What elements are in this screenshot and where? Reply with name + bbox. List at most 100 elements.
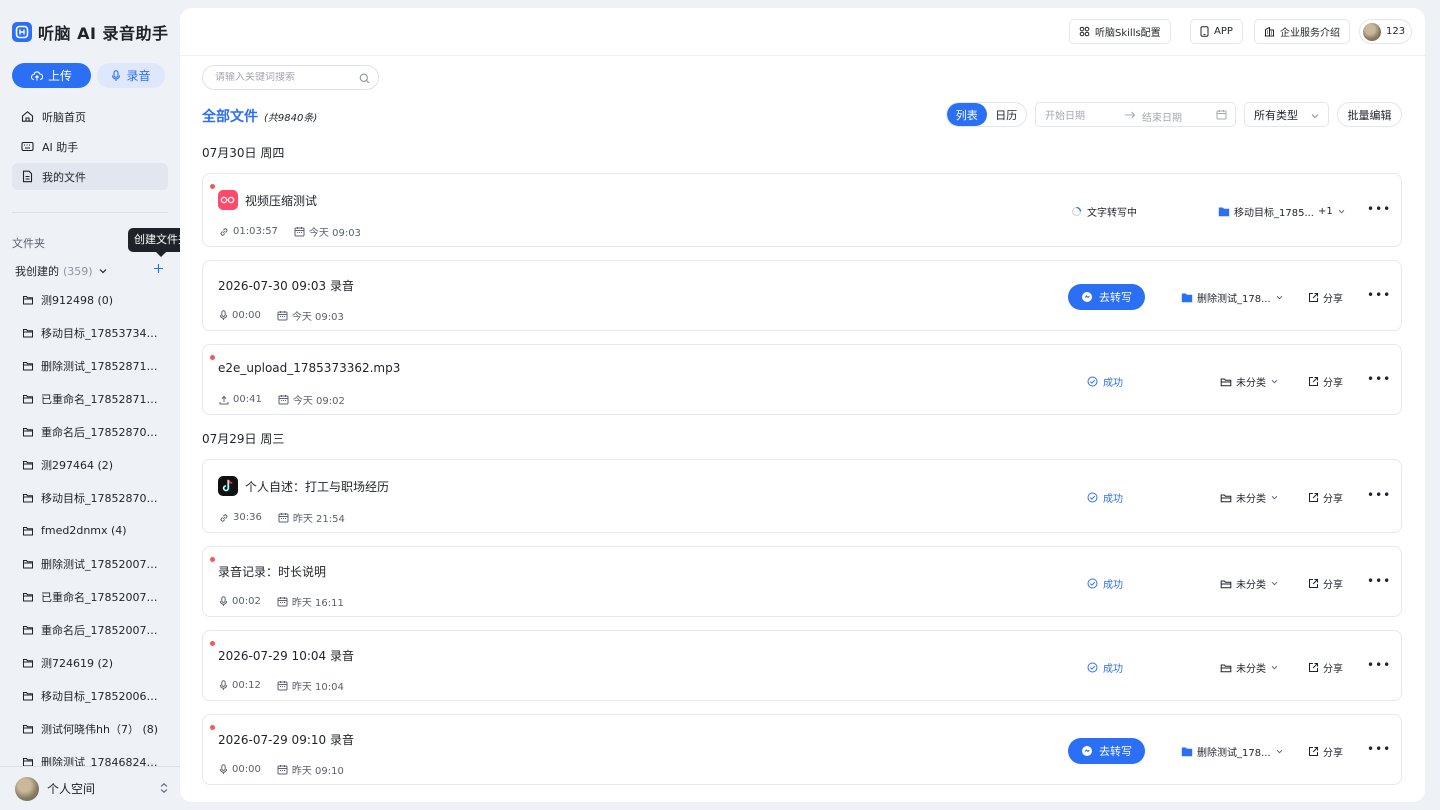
arrow-right-icon — [1124, 109, 1136, 121]
files-heading: 全部文件 (共9840条) — [202, 106, 317, 126]
record-status-text: 成功 — [1103, 580, 1123, 591]
sidebar-folder-item[interactable]: 已重命名_1785287107 (... — [12, 382, 168, 415]
nav-item-ai-assistant[interactable]: AI 助手 — [12, 133, 168, 160]
more-options-icon[interactable]: ••• — [1367, 288, 1391, 302]
record-folder-select[interactable]: 未分类 — [1220, 490, 1279, 505]
record-title[interactable]: 个人自述：打工与职场经历 — [218, 476, 389, 496]
folder-label: 删除测试_1785200743 ... — [41, 557, 161, 571]
record-card[interactable]: 2026-07-29 09:10 录音 00:00 昨天 09:10 去转写 删除测试_… — [202, 714, 1402, 785]
search-icon[interactable] — [359, 73, 370, 84]
end-date-field[interactable]: 结束日期 — [1142, 109, 1182, 124]
type-filter-select[interactable]: 所有类型 — [1244, 102, 1329, 127]
record-button[interactable]: 录音 — [97, 63, 165, 88]
record-folder-name: 未分类 — [1236, 664, 1266, 675]
record-duration: 00:00 — [232, 764, 261, 775]
enterprise-intro-button[interactable]: 企业服务介绍 — [1254, 19, 1350, 44]
share-button[interactable]: 分享 — [1308, 744, 1343, 759]
start-date-field[interactable]: 开始日期 — [1045, 107, 1085, 122]
folder-icon — [22, 723, 34, 735]
my-folders-toggle[interactable]: 我创建的 (359) — [15, 263, 109, 279]
share-button[interactable]: 分享 — [1308, 374, 1343, 389]
chevron-down-icon — [1270, 377, 1279, 386]
record-meta: 30:36 昨天 21:54 — [219, 510, 357, 525]
transcribe-button[interactable]: 去转写 — [1068, 284, 1145, 310]
share-button[interactable]: 分享 — [1308, 490, 1343, 505]
more-options-icon[interactable]: ••• — [1367, 574, 1391, 588]
record-title[interactable]: 2026-07-29 10:04 录音 — [218, 647, 354, 664]
nav-item-home[interactable]: 听脑首页 — [12, 103, 168, 130]
more-options-icon[interactable]: ••• — [1367, 372, 1391, 386]
record-folder-select[interactable]: 未分类 — [1220, 576, 1279, 591]
record-card[interactable]: 2026-07-29 10:04 录音 00:12 昨天 10:04 成功 未分类 分享 •… — [202, 630, 1402, 701]
record-card[interactable]: 2026-07-30 09:03 录音 00:00 今天 09:03 去转写 删除测试_… — [202, 260, 1402, 331]
calendar-icon — [278, 394, 289, 405]
record-folder-select[interactable]: 未分类 — [1220, 374, 1279, 389]
record-title[interactable]: 2026-07-29 09:10 录音 — [218, 731, 354, 748]
record-title[interactable]: 2026-07-30 09:03 录音 — [218, 277, 354, 294]
record-folder-select[interactable]: 删除测试_178... — [1181, 290, 1284, 305]
personal-space-switcher[interactable]: 个人空间 — [0, 766, 180, 810]
more-options-icon[interactable]: ••• — [1367, 488, 1391, 502]
record-status-text: 成功 — [1103, 494, 1123, 505]
record-status-text: 成功 — [1103, 664, 1123, 675]
sidebar-folder-item[interactable]: 测297464 (2) — [12, 448, 168, 481]
calendar-icon — [294, 226, 305, 237]
date-range-picker[interactable]: 开始日期 结束日期 — [1035, 102, 1236, 127]
batch-edit-button[interactable]: 批量编辑 — [1337, 102, 1402, 127]
sidebar-folder-item[interactable]: 重命名后_1785200720 ... — [12, 613, 168, 646]
app-download-button[interactable]: APP — [1190, 19, 1243, 44]
view-calendar-tab[interactable]: 日历 — [987, 103, 1027, 126]
transcribe-button[interactable]: 去转写 — [1068, 738, 1145, 764]
sidebar-folder-item[interactable]: 测912498 (0) — [12, 283, 168, 316]
sidebar-folder-item[interactable]: 删除测试_1785287120 ... — [12, 349, 168, 382]
record-title[interactable]: e2e_upload_1785373362.mp3 — [218, 361, 400, 375]
record-card[interactable]: 录音记录：时长说明 00:02 昨天 16:11 成功 未分类 分享 ••• — [202, 546, 1402, 617]
sidebar-folder-item[interactable]: 已重命名_1785200729 ... — [12, 580, 168, 613]
record-card[interactable]: e2e_upload_1785373362.mp3 00:41 今天 09:02 成功… — [202, 344, 1402, 415]
sidebar-folder-item[interactable]: 测试何晓伟hh（7） (8) — [12, 712, 168, 745]
brand[interactable]: 听脑 AI 录音助手 — [12, 20, 168, 44]
sidebar-folder-item[interactable]: fmed2dnmx (4) — [12, 514, 168, 547]
more-options-icon[interactable]: ••• — [1367, 658, 1391, 672]
chevron-down-icon — [1275, 747, 1284, 756]
share-button[interactable]: 分享 — [1308, 290, 1343, 305]
share-button[interactable]: 分享 — [1308, 576, 1343, 591]
search-box[interactable] — [202, 65, 379, 90]
sidebar-folder-item[interactable]: 删除测试_1785200743 ... — [12, 547, 168, 580]
record-folder-select[interactable]: 移动目标_1785... +1 — [1218, 204, 1346, 219]
record-title[interactable]: 视频压缩测试 — [218, 190, 317, 210]
record-folder-select[interactable]: 未分类 — [1220, 660, 1279, 675]
user-menu[interactable]: 123 — [1359, 19, 1413, 44]
record-time: 昨天 21:54 — [292, 514, 345, 525]
record-folder-select[interactable]: 删除测试_178... — [1181, 744, 1284, 759]
sidebar-folder-item[interactable]: 移动目标_1785287046 ... — [12, 481, 168, 514]
record-card[interactable]: 个人自述：打工与职场经历 30:36 昨天 21:54 成功 未分类 分享 ••• — [202, 459, 1402, 533]
sidebar-folder-item[interactable]: 测724619 (2) — [12, 646, 168, 679]
nav-item-label: 听脑首页 — [42, 110, 86, 124]
skills-config-button[interactable]: 听脑Skills配置 — [1069, 19, 1171, 44]
sidebar-folder-item[interactable]: 移动目标_1785200673 ... — [12, 679, 168, 712]
folder-label: 已重命名_1785287107 (... — [41, 392, 161, 406]
record-folder-name: 删除测试_178... — [1197, 294, 1271, 305]
share-icon — [1308, 578, 1319, 589]
type-filter-value: 所有类型 — [1254, 108, 1298, 122]
add-folder-button[interactable] — [153, 263, 164, 274]
more-options-icon[interactable]: ••• — [1367, 742, 1391, 756]
upload-button[interactable]: 上传 — [12, 63, 91, 88]
sidebar-folder-item[interactable]: 重命名后_1785287096 ... — [12, 415, 168, 448]
sidebar-folder-item[interactable]: 删除测试_1784682455 ... — [12, 745, 168, 766]
file-icon — [21, 170, 34, 183]
more-options-icon[interactable]: ••• — [1367, 202, 1391, 216]
sidebar-folder-item[interactable]: 移动目标_1785373497 ... — [12, 316, 168, 349]
record-title[interactable]: 录音记录：时长说明 — [218, 563, 326, 580]
folder-label: 重命名后_1785200720 ... — [41, 623, 161, 637]
search-input[interactable] — [215, 72, 355, 83]
share-button[interactable]: 分享 — [1308, 660, 1343, 675]
upload-icon — [219, 395, 229, 405]
unread-dot — [210, 355, 215, 360]
view-list-tab[interactable]: 列表 — [947, 103, 987, 126]
nav-item-my-files[interactable]: 我的文件 — [12, 163, 168, 190]
record-card[interactable]: 视频压缩测试 01:03:57 今天 09:03 文字转写中 移动目标_1785... +… — [202, 173, 1402, 247]
record-folder-extra: +1 — [1318, 206, 1333, 217]
record-status-text: 成功 — [1103, 378, 1123, 389]
